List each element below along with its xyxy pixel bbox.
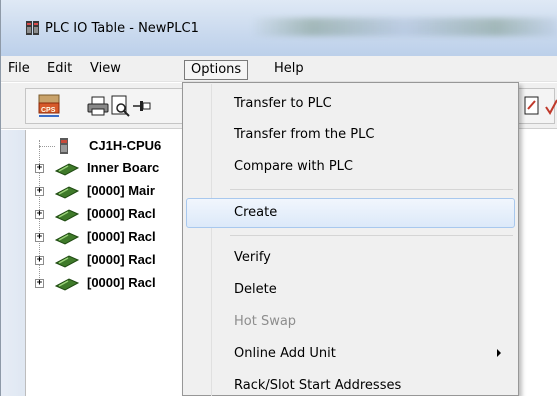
io-table-window: PLC IO Table - NewPLC1 File Edit View Op… xyxy=(0,0,557,396)
menu-options[interactable]: Options xyxy=(184,60,249,80)
print-preview-icon[interactable] xyxy=(109,95,131,117)
menu-separator xyxy=(230,235,513,236)
pin-icon[interactable] xyxy=(132,95,154,117)
tree-node-label: [0000] Racl xyxy=(87,252,156,267)
unit-icon xyxy=(55,278,79,291)
menu-item-delete[interactable]: Delete xyxy=(186,276,515,303)
expand-icon[interactable]: + xyxy=(35,187,44,196)
expand-icon[interactable]: + xyxy=(35,279,44,288)
cps-icon[interactable]: CPS xyxy=(37,93,65,119)
menu-view[interactable]: View xyxy=(84,60,127,80)
expand-icon[interactable]: + xyxy=(35,233,44,242)
unit-icon xyxy=(55,163,79,176)
print-icon[interactable] xyxy=(87,95,109,117)
submenu-arrow-icon xyxy=(497,349,501,357)
toolbar-icon-right-2[interactable] xyxy=(544,97,557,117)
menu-item-label: Rack/Slot Start Addresses xyxy=(234,378,402,393)
menu-item-rack-slot-start-addresses[interactable]: Rack/Slot Start Addresses xyxy=(186,372,515,396)
unit-icon xyxy=(55,232,79,245)
menu-file[interactable]: File xyxy=(2,60,36,80)
menu-item-verify[interactable]: Verify xyxy=(186,244,515,271)
menu-separator xyxy=(230,189,513,190)
toolbar-icon-right-1[interactable] xyxy=(523,95,541,117)
menu-item-label: Online Add Unit xyxy=(234,346,336,361)
left-gutter xyxy=(1,130,25,396)
menu-item-label: Transfer to PLC xyxy=(234,96,332,111)
menu-edit[interactable]: Edit xyxy=(41,60,78,80)
menu-item-compare-with-plc[interactable]: Compare with PLC xyxy=(186,153,515,180)
menu-item-label: Transfer from the PLC xyxy=(234,127,375,142)
unit-icon xyxy=(55,255,79,268)
tree-connector xyxy=(39,146,55,147)
tree-node-label: [0000] Racl xyxy=(87,229,156,244)
title-bar-background-blur xyxy=(251,18,557,36)
title-bar: PLC IO Table - NewPLC1 xyxy=(1,0,557,56)
window-title: PLC IO Table - NewPLC1 xyxy=(45,21,199,36)
expand-icon[interactable]: + xyxy=(35,256,44,265)
menu-bar: File Edit View Options Help xyxy=(1,56,557,82)
options-dropdown-menu: Transfer to PLC Transfer from the PLC Co… xyxy=(182,82,519,396)
menu-item-transfer-from-plc[interactable]: Transfer from the PLC xyxy=(186,121,515,148)
tree-node-label: [0000] Mair xyxy=(87,183,155,198)
menu-item-hot-swap: Hot Swap xyxy=(186,308,515,335)
tree-node-label: [0000] Racl xyxy=(87,206,156,221)
expand-icon[interactable]: + xyxy=(35,164,44,173)
menu-help[interactable]: Help xyxy=(268,60,310,80)
cpu-unit-icon xyxy=(60,138,68,154)
unit-icon xyxy=(55,186,79,199)
menu-item-label: Hot Swap xyxy=(234,314,297,329)
plc-app-icon xyxy=(26,21,39,35)
menu-item-online-add-unit[interactable]: Online Add Unit xyxy=(186,340,515,367)
expand-icon[interactable]: + xyxy=(35,210,44,219)
menu-item-create[interactable]: Create xyxy=(186,198,515,228)
menu-item-label: Create xyxy=(234,205,278,220)
svg-text:CPS: CPS xyxy=(41,107,56,114)
menu-item-label: Compare with PLC xyxy=(234,159,353,174)
tree-node-label: [0000] Racl xyxy=(87,275,156,290)
menu-item-transfer-to-plc[interactable]: Transfer to PLC xyxy=(186,90,515,117)
unit-icon xyxy=(55,209,79,222)
tree-node-label: Inner Boarc xyxy=(87,160,160,175)
menu-item-label: Delete xyxy=(234,282,277,297)
tree-panel-right-edge xyxy=(519,130,557,396)
tree-root-label: CJ1H-CPU6 xyxy=(89,138,162,153)
menu-item-label: Verify xyxy=(234,250,271,265)
